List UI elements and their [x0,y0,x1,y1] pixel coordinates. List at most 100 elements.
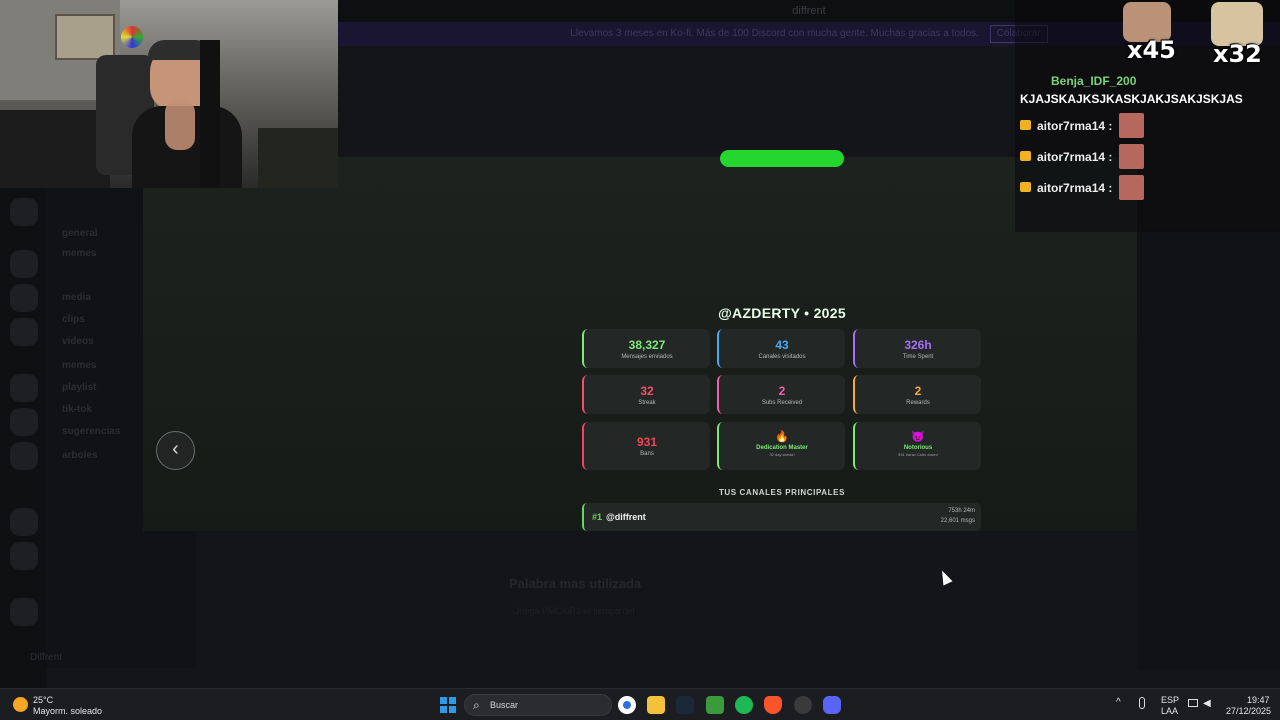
badge-name: Notorious [903,445,933,451]
window-title: diffrent [792,5,826,17]
server-icon[interactable] [10,374,38,402]
fire-icon: 🔥 [775,431,789,443]
channel-messages: 22,601 msgs [940,518,975,524]
bed [0,110,110,188]
badge-name: Dedication Master [756,445,808,451]
clock-date[interactable]: 27/12/2025 [1226,706,1271,716]
server-icon[interactable] [10,598,38,626]
chat-message: KJAJSKAJKSJKASKJAKJSAKJSKJAS [1020,92,1243,106]
channel-time: 753h 24m [948,508,975,514]
emote-counter: x32 [1213,40,1262,68]
stat-value: 32 [640,384,654,398]
stat-label: Streak [638,400,656,406]
channel-item[interactable]: playlist [62,382,96,393]
top-channel-row: #1 @diffrent 753h 24m 22,601 msgs [582,503,981,531]
stat-card-time: 326h Time Spent [853,329,981,368]
bottom-heading: Palabra mas utilizada [509,576,642,591]
chat-username: aitor7rma14 : [1037,119,1113,133]
channel-item[interactable]: tik-tok [62,404,92,415]
weather-description[interactable]: Mayorm. soleado [33,706,102,716]
windows-start-icon[interactable] [440,697,456,713]
emote-counter: x45 [1127,36,1176,64]
discord-icon[interactable] [823,696,841,714]
clock-time[interactable]: 19:47 [1247,695,1270,705]
badge-desc: 32 day streak! [769,452,795,457]
keyboard-language[interactable]: ESP [1161,695,1179,705]
channel-item[interactable]: media [62,292,91,303]
chrome-icon[interactable] [618,696,636,714]
person-hand [165,100,195,150]
volume-icon[interactable]: ◀ [1203,698,1211,709]
brave-icon[interactable] [764,696,782,714]
chevron-up-icon[interactable]: ^ [1116,697,1121,708]
stat-label: Bans [640,451,654,457]
search-label: Buscar [490,700,519,710]
server-icon[interactable] [10,508,38,536]
stat-label: Time Spent [902,354,934,360]
chat-username: aitor7rma14 : [1037,181,1113,195]
stat-value: 38,327 [628,338,666,352]
badge-desc: 931 bans! Calm down! [898,452,938,457]
server-icon[interactable] [10,442,38,470]
stat-label: Rewards [906,400,930,406]
bottom-subtext: Juega PMCI0R3 el tiempo del [515,606,635,616]
keyboard-region[interactable]: LAA [1161,706,1178,716]
weather-temperature[interactable]: 25°C [33,695,53,705]
channel-item[interactable]: clips [62,314,85,325]
server-icon[interactable] [10,318,38,346]
top-channels-heading: TUS CANALES PRINCIPALES [718,488,846,497]
wall-map [55,14,115,60]
spotify-icon[interactable] [735,696,753,714]
sub-badge-icon [1020,120,1031,130]
stat-value: 2 [914,384,922,398]
stat-card-bans: 931 Bans [582,422,710,470]
member-list [1137,230,1280,670]
chat-username: Benja_IDF_200 [1051,74,1137,88]
server-icon[interactable] [10,284,38,312]
channel-item[interactable]: videos [62,336,94,347]
banner-text: Llevamos 3 meses en Ko-fi. Más de 100 Di… [570,28,979,39]
search-icon: ⌕ [473,698,480,712]
server-icon[interactable] [10,250,38,278]
emote-face-icon [1119,144,1144,169]
server-rail [0,188,46,688]
badge-card-notorious: 😈 Notorious 931 bans! Calm down! [853,422,981,470]
stat-card-messages: 38,327 Mensajes enviados [582,329,710,368]
channel-rank: #1 [592,512,603,522]
channel-item[interactable]: memes [62,248,96,259]
stat-card-subs: 2 Subs Received [717,375,845,414]
server-icon[interactable] [10,198,38,226]
obs-icon[interactable] [794,696,812,714]
stat-label: Mensajes enviados [621,354,673,360]
cta-button[interactable] [720,150,844,167]
stream-chat-overlay: x45 x32 Benja_IDF_200 KJAJSKAJKSJKASKJAK… [1015,0,1280,232]
stat-label: Canales visitados [758,354,806,360]
channel-item[interactable]: sugerencias [62,426,120,437]
wrapped-title: @AZDERTY • 2025 [718,305,846,321]
devil-icon: 😈 [911,431,925,443]
stat-value: 931 [636,435,658,449]
webcam-feed [0,0,338,188]
server-name: Diffrent [30,652,63,663]
stat-value: 2 [778,384,786,398]
back-button[interactable]: ‹ [156,431,195,470]
channel-item[interactable]: general [62,228,98,239]
server-icon[interactable] [10,542,38,570]
network-icon[interactable] [1188,699,1198,707]
channel-item[interactable]: memes [62,360,96,371]
emote-face-icon [1119,175,1144,200]
weather-sun-icon[interactable] [13,697,28,712]
stat-card-channels: 43 Canales visitados [717,329,845,368]
stat-card-streak: 32 Streak [582,375,710,414]
channel-item[interactable]: arboles [62,450,98,461]
channel-name: @diffrent [606,512,646,522]
taskbar-search[interactable]: ⌕ Buscar [464,694,612,716]
stat-card-rewards: 2 Rewards [853,375,981,414]
minecraft-icon[interactable] [706,696,724,714]
sub-badge-icon [1020,182,1031,192]
dartboard [121,26,143,48]
microphone-icon[interactable] [1139,697,1145,709]
steam-icon[interactable] [676,696,694,714]
server-icon[interactable] [10,408,38,436]
file-explorer-icon[interactable] [647,696,665,714]
